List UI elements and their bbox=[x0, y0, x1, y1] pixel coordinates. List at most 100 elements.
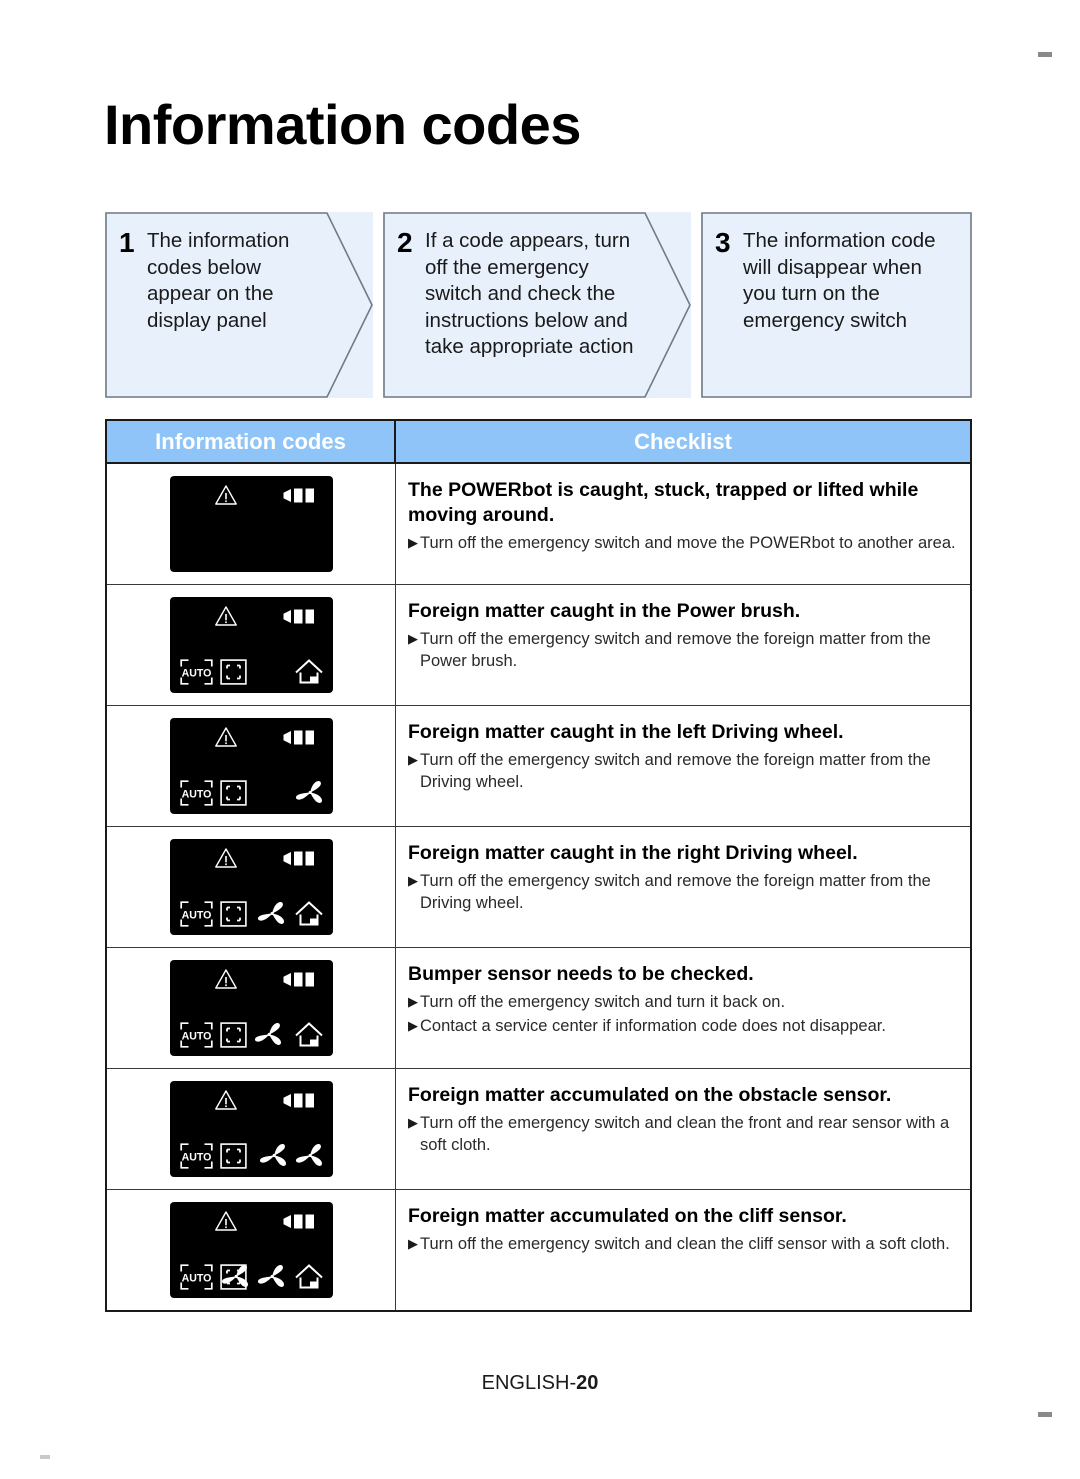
step-2-number: 2 bbox=[397, 227, 413, 258]
spot-icon bbox=[219, 901, 247, 927]
checklist-bullet-text: Turn off the emergency switch and remove… bbox=[420, 630, 931, 670]
fan-icon bbox=[295, 1142, 325, 1169]
checklist-bullet: ▶ Turn off the emergency switch and move … bbox=[408, 532, 956, 554]
checklist-bullet: ▶ Turn off the emergency switch and turn … bbox=[408, 991, 956, 1013]
svg-text:AUTO: AUTO bbox=[181, 910, 211, 922]
bullet-triangle-icon: ▶ bbox=[408, 1115, 418, 1130]
crop-mark-bottom-right bbox=[1038, 1412, 1052, 1417]
bullet-triangle-icon: ▶ bbox=[408, 535, 418, 550]
fan-icon bbox=[257, 900, 287, 927]
checklist-bullet-text: Turn off the emergency switch and remove… bbox=[420, 751, 931, 791]
panel-bottom-left-icons: AUTO bbox=[179, 1143, 247, 1169]
checklist-title: Foreign matter accumulated on the cliff … bbox=[408, 1205, 847, 1227]
checklist-bullet-text: Contact a service center if information … bbox=[420, 1017, 886, 1035]
bullet-triangle-icon: ▶ bbox=[408, 873, 418, 888]
fan-icon bbox=[257, 1263, 287, 1290]
checklist-bullet: ▶ Turn off the emergency switch and remov… bbox=[408, 870, 956, 914]
panel-bottom-left-icons: AUTO bbox=[179, 901, 247, 927]
warning-triangle-icon bbox=[214, 726, 238, 748]
step-3-text: The information code will disappear when… bbox=[743, 229, 936, 332]
checklist-title: Foreign matter caught in the left Drivin… bbox=[408, 721, 844, 743]
checklist-cell: Foreign matter accumulated on the cliff … bbox=[396, 1190, 970, 1310]
checklist-cell: Foreign matter caught in the left Drivin… bbox=[396, 706, 970, 826]
checklist-bullet: ▶ Turn off the emergency switch and remov… bbox=[408, 749, 956, 793]
checklist-bullet: ▶ Contact a service center if information… bbox=[408, 1015, 956, 1037]
information-code-cell: AUTO bbox=[107, 827, 396, 947]
battery-icon bbox=[283, 728, 317, 747]
svg-text:AUTO: AUTO bbox=[181, 1152, 211, 1164]
auto-icon: AUTO bbox=[179, 1264, 213, 1290]
battery-icon bbox=[283, 607, 317, 626]
step-2-text: If a code appears, turn off the emergenc… bbox=[425, 229, 634, 358]
warning-triangle-icon bbox=[214, 1210, 238, 1232]
information-code-cell: AUTO bbox=[107, 585, 396, 705]
panel-bottom-left-icons: AUTO bbox=[179, 780, 247, 806]
table-row: AUTO Foreign matter caught in the left Dr… bbox=[107, 706, 970, 827]
auto-icon: AUTO bbox=[179, 901, 213, 927]
step-3-content: 3 The information code will disappear wh… bbox=[715, 228, 958, 334]
crop-mark-top-right bbox=[1038, 52, 1052, 57]
checklist-cell: Foreign matter caught in the right Drivi… bbox=[396, 827, 970, 947]
panel-bottom-right-icons bbox=[293, 1021, 325, 1048]
auto-icon: AUTO bbox=[179, 780, 213, 806]
information-code-cell: AUTO bbox=[107, 1190, 396, 1310]
auto-icon: AUTO bbox=[179, 1143, 213, 1169]
checklist-title: Bumper sensor needs to be checked. bbox=[408, 963, 754, 985]
checklist-bullet-text: Turn off the emergency switch and clean … bbox=[420, 1235, 950, 1253]
fan-icon bbox=[221, 1263, 251, 1290]
home-dock-icon bbox=[293, 1021, 325, 1048]
display-panel-graphic bbox=[169, 476, 333, 572]
warning-triangle-icon bbox=[214, 605, 238, 627]
warning-triangle-icon bbox=[214, 847, 238, 869]
information-code-cell bbox=[107, 464, 396, 584]
panel-bottom-right-icons bbox=[221, 1263, 325, 1290]
table-row: AUTO Foreign matter accumulated on the ob… bbox=[107, 1069, 970, 1190]
bullet-triangle-icon: ▶ bbox=[408, 1018, 418, 1033]
display-panel-graphic: AUTO bbox=[169, 718, 333, 814]
information-code-cell: AUTO bbox=[107, 1069, 396, 1189]
step-3: 3 The information code will disappear wh… bbox=[701, 212, 972, 398]
bullet-triangle-icon: ▶ bbox=[408, 994, 418, 1009]
battery-icon bbox=[283, 1091, 317, 1110]
home-dock-icon bbox=[293, 1263, 325, 1290]
panel-bottom-left-icons: AUTO bbox=[179, 659, 247, 685]
checklist-bullet-text: Turn off the emergency switch and clean … bbox=[420, 1114, 950, 1154]
spot-icon bbox=[219, 1143, 247, 1169]
table-header-row: Information codes Checklist bbox=[107, 421, 970, 464]
step-1: 1 The information codes below appear on … bbox=[105, 212, 373, 398]
bullet-triangle-icon: ▶ bbox=[408, 631, 418, 646]
home-dock-icon bbox=[293, 900, 325, 927]
step-1-text: The information codes below appear on th… bbox=[147, 229, 290, 332]
information-code-cell: AUTO bbox=[107, 948, 396, 1068]
bullet-triangle-icon: ▶ bbox=[408, 1236, 418, 1251]
battery-icon bbox=[283, 849, 317, 868]
step-1-content: 1 The information codes below appear on … bbox=[119, 228, 327, 334]
checklist-bullet-text: Turn off the emergency switch and turn i… bbox=[420, 993, 786, 1011]
fan-icon bbox=[259, 1142, 289, 1169]
checklist-bullet-text: Turn off the emergency switch and remove… bbox=[420, 872, 931, 912]
battery-icon bbox=[283, 486, 317, 505]
table-row: AUTO Foreign matter caught in the Power b… bbox=[107, 585, 970, 706]
display-panel-graphic: AUTO bbox=[169, 960, 333, 1056]
auto-icon: AUTO bbox=[179, 1022, 213, 1048]
page-title: Information codes bbox=[104, 93, 581, 156]
checklist-bullet: ▶ Turn off the emergency switch and remov… bbox=[408, 628, 956, 672]
display-panel-graphic: AUTO bbox=[169, 1202, 333, 1298]
battery-icon bbox=[283, 1212, 317, 1231]
footer-page-number: 20 bbox=[576, 1372, 599, 1394]
home-dock-icon bbox=[293, 658, 325, 685]
checklist-cell: The POWERbot is caught, stuck, trapped o… bbox=[396, 464, 970, 584]
column-header-checklist: Checklist bbox=[634, 428, 732, 454]
step-2: 2 If a code appears, turn off the emerge… bbox=[383, 212, 691, 398]
checklist-bullet-text: Turn off the emergency switch and move t… bbox=[420, 534, 956, 552]
display-panel-graphic: AUTO bbox=[169, 1081, 333, 1177]
svg-text:AUTO: AUTO bbox=[181, 789, 211, 801]
battery-icon bbox=[283, 970, 317, 989]
table-row: AUTO Foreign matter accumulated on the cl… bbox=[107, 1190, 970, 1310]
warning-triangle-icon bbox=[214, 1089, 238, 1111]
table-body: The POWERbot is caught, stuck, trapped o… bbox=[107, 464, 970, 1310]
panel-bottom-right-icons bbox=[295, 779, 325, 806]
checklist-title: Foreign matter caught in the Power brush… bbox=[408, 600, 801, 622]
spot-icon bbox=[219, 780, 247, 806]
display-panel-graphic: AUTO bbox=[169, 597, 333, 693]
